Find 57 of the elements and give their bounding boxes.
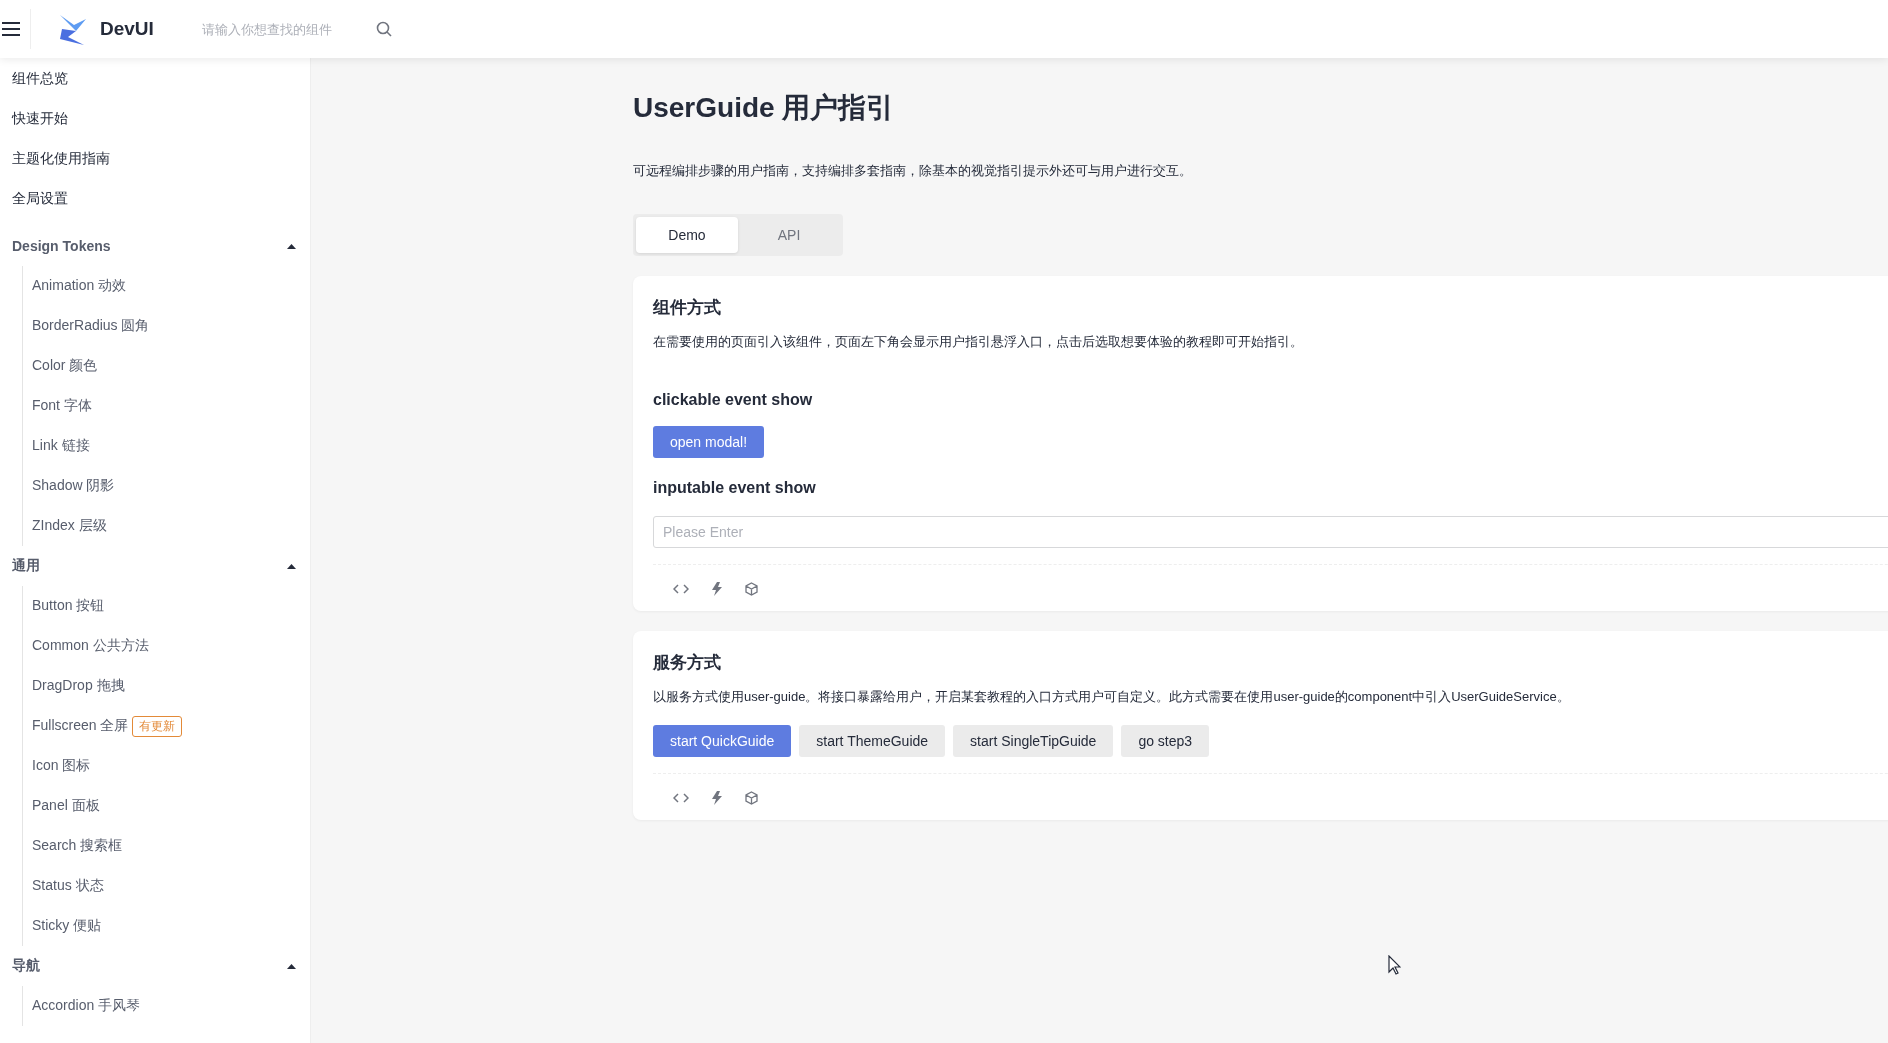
logo-text[interactable]: DevUI	[100, 18, 154, 40]
cube-icon[interactable]	[745, 791, 758, 805]
caret-icon	[287, 963, 296, 969]
nav-item[interactable]: Animation 动效	[32, 277, 127, 295]
caret-icon	[287, 243, 296, 249]
nav-item[interactable]: Sticky 便贴	[32, 917, 102, 935]
section-heading: clickable event show	[653, 390, 814, 410]
nav-group-header[interactable]: 导航	[0, 946, 310, 986]
page-title: UserGuide 用户指引	[633, 91, 896, 125]
code-icon[interactable]	[673, 792, 689, 804]
card-description: 以服务方式使用user-guide。将接口暴露给用户，开启某套教程的入口方式用户可自定义。此方式需要在使用user-guide的component中引入UserGuideService。	[653, 688, 1571, 706]
card-title: 组件方式	[653, 297, 722, 319]
nav-item[interactable]: Search 搜索框	[32, 837, 123, 855]
nav-item[interactable]: Font 字体	[32, 397, 92, 415]
secondary-button[interactable]: go step3	[1121, 725, 1210, 757]
nav-item[interactable]: Button 按钮	[32, 597, 105, 615]
lightning-icon[interactable]	[711, 582, 723, 596]
nav-item[interactable]: 快速开始	[0, 98, 310, 138]
primary-button[interactable]: start QuickGuide	[653, 725, 792, 757]
nav-group-header[interactable]: Design Tokens	[0, 226, 310, 266]
nav-item[interactable]: 主题化使用指南	[0, 138, 310, 178]
nav-group-header[interactable]: 通用	[0, 546, 310, 586]
input-field[interactable]: Please Enter	[653, 516, 1888, 548]
section-heading: inputable event show	[653, 478, 817, 498]
secondary-button[interactable]: start ThemeGuide	[799, 725, 946, 757]
primary-button[interactable]: open modal!	[653, 426, 765, 458]
nav-group-title: 通用	[12, 557, 40, 575]
card-title: 服务方式	[653, 652, 722, 674]
secondary-button[interactable]: start SingleTipGuide	[953, 725, 1114, 757]
nav-group-title: Design Tokens	[12, 238, 111, 254]
nav-item[interactable]: 全局设置	[0, 178, 310, 218]
code-icon[interactable]	[673, 583, 689, 595]
nav-item[interactable]: DragDrop 拖拽	[32, 677, 125, 695]
nav-item[interactable]: Status 状态	[32, 877, 104, 895]
nav-item[interactable]: Fullscreen 全屏	[32, 717, 129, 735]
cursor-icon	[1388, 955, 1401, 975]
nav-item[interactable]: BorderRadius 圆角	[32, 317, 150, 335]
lightning-icon[interactable]	[711, 791, 723, 805]
nav-item[interactable]: Accordion 手风琴	[32, 997, 141, 1015]
tab[interactable]: Demo	[636, 217, 738, 253]
search-icon[interactable]	[375, 21, 392, 37]
cube-icon[interactable]	[745, 582, 758, 596]
nav-item[interactable]: Link 链接	[32, 437, 90, 455]
card-description: 在需要使用的页面引入该组件，页面左下角会显示用户指引悬浮入口，点击后选取想要体验的教程即可开始指引。	[653, 333, 1304, 351]
nav-item[interactable]: ZIndex 层级	[32, 517, 107, 535]
nav-item[interactable]: Panel 面板	[32, 797, 100, 815]
nav-item[interactable]: 组件总览	[0, 58, 310, 98]
nav-group-title: 导航	[12, 957, 40, 975]
caret-icon	[287, 563, 296, 569]
tab[interactable]: API	[738, 217, 840, 253]
update-tag: 有更新	[132, 715, 183, 737]
nav-item[interactable]: Shadow 阴影	[32, 477, 115, 495]
nav-item[interactable]: Common 公共方法	[32, 637, 149, 655]
nav-item[interactable]: Icon 图标	[32, 757, 91, 775]
page-description: 可远程编排步骤的用户指南，支持编排多套指南，除基本的视觉指引提示外还可与用户进行交互。	[633, 162, 1193, 180]
search-field[interactable]: 请输入你想查找的组件	[201, 17, 362, 41]
nav-item[interactable]: Color 颜色	[32, 357, 98, 375]
